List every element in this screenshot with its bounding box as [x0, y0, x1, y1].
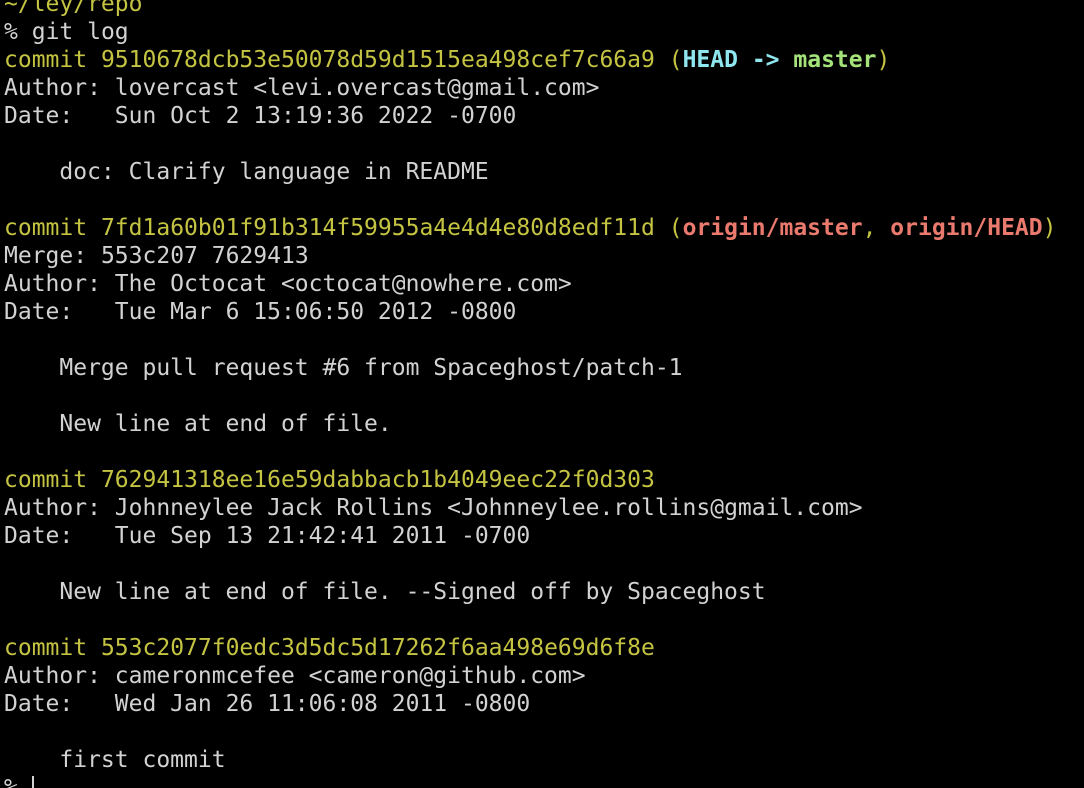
commit-message: New line at end of file. — [4, 410, 1056, 438]
date-value: Wed Jan 26 11:06:08 2011 -0800 — [114, 691, 531, 717]
ref-paren-open: ( — [668, 47, 683, 73]
final-prompt-line[interactable]: % — [4, 774, 1056, 788]
date-label: Date: — [4, 299, 74, 325]
author-label: Author: — [4, 663, 101, 689]
date-label: Date: — [4, 691, 74, 717]
partial-top-line: ~/ley/repo — [4, 0, 143, 17]
author-label: Author: — [4, 75, 101, 101]
author-label: Author: — [4, 495, 101, 521]
prompt-line: % git log — [4, 18, 1056, 46]
commit-hash[interactable]: 762941318ee16e59dabbacb1b4049eec22f0d303 — [101, 467, 655, 493]
ref-paren-close: ) — [876, 47, 891, 73]
prompt-symbol: % — [4, 19, 18, 45]
date-line: Date: Wed Jan 26 11:06:08 2011 -0800 — [4, 690, 1056, 718]
commit-hash[interactable]: 9510678dcb53e50078d59d1515ea498cef7c66a9 — [101, 47, 655, 73]
ref-arrow: -> — [751, 47, 780, 73]
commit-line: commit 9510678dcb53e50078d59d1515ea498ce… — [4, 46, 1056, 74]
author-value: Johnneylee Jack Rollins <Johnneylee.roll… — [114, 495, 863, 521]
commit-line: commit 762941318ee16e59dabbacb1b4049eec2… — [4, 466, 1056, 494]
author-line: Author: The Octocat <octocat@nowhere.com… — [4, 270, 1056, 298]
author-line: Author: cameronmcefee <cameron@github.co… — [4, 662, 1056, 690]
prompt-command: git log — [31, 19, 129, 45]
branch-ref: master — [793, 47, 877, 73]
commit-message: New line at end of file. --Signed off by… — [4, 578, 1056, 606]
ref-paren-open: ( — [668, 215, 683, 241]
remote-ref: origin/HEAD — [890, 215, 1043, 241]
ref-paren-close: ) — [1042, 215, 1057, 241]
date-value: Sun Oct 2 13:19:36 2022 -0700 — [114, 103, 517, 129]
commit-line: commit 553c2077f0edc3d5dc5d17262f6aa498e… — [4, 634, 1056, 662]
author-line: Author: lovercast <levi.overcast@gmail.c… — [4, 74, 1056, 102]
commit-line: commit 7fd1a60b01f91b314f59955a4e4d4e80d… — [4, 214, 1056, 242]
merge-value: 553c207 7629413 — [100, 243, 309, 269]
commit-hash[interactable]: 553c2077f0edc3d5dc5d17262f6aa498e69d6f8e — [101, 635, 655, 661]
commit-message-text: New line at end of file. --Signed off by… — [59, 579, 766, 605]
date-line: Date: Tue Sep 13 21:42:41 2011 -0700 — [4, 522, 1056, 550]
author-value: cameronmcefee <cameron@github.com> — [114, 663, 586, 689]
author-value: lovercast <levi.overcast@gmail.com> — [114, 75, 600, 101]
terminal-window[interactable]: ~/ley/repo % git log commit 9510678dcb53… — [0, 0, 1084, 788]
prompt-symbol: % — [4, 775, 18, 788]
commit-keyword: commit — [4, 635, 88, 661]
commit-keyword: commit — [4, 47, 88, 73]
date-line: Date: Tue Mar 6 15:06:50 2012 -0800 — [4, 298, 1056, 326]
commit-message-text: first commit — [59, 747, 226, 773]
date-line: Date: Sun Oct 2 13:19:36 2022 -0700 — [4, 102, 1056, 130]
commit-message-text: Merge pull request #6 from Spaceghost/pa… — [59, 355, 683, 381]
commit-keyword: commit — [4, 215, 88, 241]
commit-hash[interactable]: 7fd1a60b01f91b314f59955a4e4d4e80d8edf11d — [101, 215, 655, 241]
merge-line: Merge: 553c207 7629413 — [4, 242, 1056, 270]
text-cursor — [31, 775, 34, 788]
date-label: Date: — [4, 103, 74, 129]
author-line: Author: Johnneylee Jack Rollins <Johnney… — [4, 494, 1056, 522]
merge-label: Merge: — [4, 243, 88, 269]
author-value: The Octocat <octocat@nowhere.com> — [114, 271, 572, 297]
ref-comma: , — [862, 215, 877, 241]
date-value: Tue Mar 6 15:06:50 2012 -0800 — [114, 299, 517, 325]
terminal-output: ~/ley/repo % git log commit 9510678dcb53… — [4, 0, 1056, 788]
commit-message-text: New line at end of file. — [59, 411, 392, 437]
remote-ref: origin/master — [682, 215, 863, 241]
date-label: Date: — [4, 523, 74, 549]
commit-message-text: doc: Clarify language in README — [59, 159, 489, 185]
commit-message: first commit — [4, 746, 1056, 774]
head-ref: HEAD — [682, 47, 738, 73]
date-value: Tue Sep 13 21:42:41 2011 -0700 — [114, 523, 531, 549]
author-label: Author: — [4, 271, 101, 297]
commit-message: Merge pull request #6 from Spaceghost/pa… — [4, 354, 1056, 382]
commit-keyword: commit — [4, 467, 88, 493]
commit-message: doc: Clarify language in README — [4, 158, 1056, 186]
